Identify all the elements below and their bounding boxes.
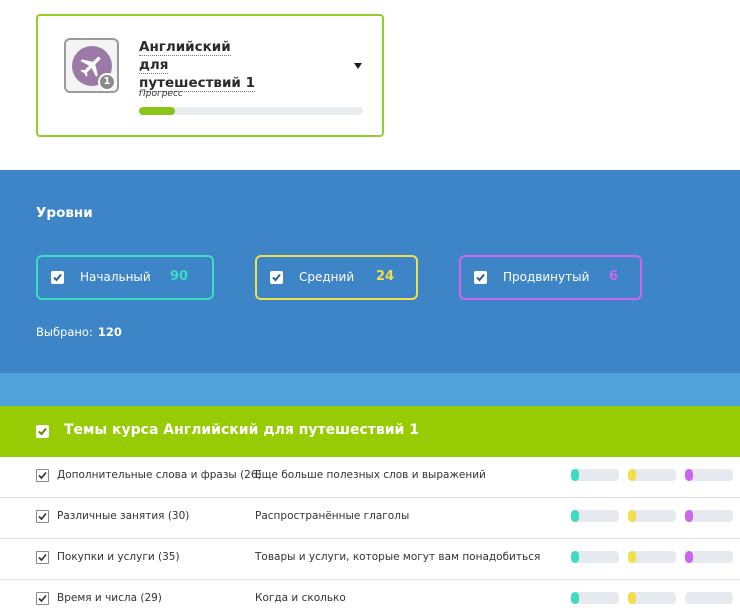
- topic-row[interactable]: Время и числа (29) Когда и сколько: [0, 580, 740, 614]
- bar-fill: [571, 510, 579, 522]
- topic-row[interactable]: Дополнительные слова и фразы (26) Еще бо…: [0, 457, 740, 498]
- bar-fill: [571, 469, 579, 481]
- topic-beginner-bar: [571, 510, 619, 522]
- course-card[interactable]: 1 Английский для путешествий 1 Прогресс: [36, 14, 384, 137]
- topics-title: Темы курса Английский для путешествий 1: [64, 422, 419, 438]
- check-icon: [38, 427, 47, 436]
- topic-description: Товары и услуги, которые могут вам понад…: [255, 551, 541, 563]
- topic-name: Дополнительные слова и фразы (26): [57, 469, 262, 481]
- bar-fill: [685, 592, 693, 604]
- selected-label: Выбрано:: [36, 325, 93, 339]
- progress-label: Прогресс: [139, 89, 183, 99]
- progress-bar: [139, 107, 363, 115]
- topic-name: Различные занятия (30): [57, 510, 190, 522]
- course-number-badge: 1: [98, 73, 116, 91]
- topics-header: Темы курса Английский для путешествий 1: [0, 406, 740, 457]
- check-icon: [38, 594, 47, 603]
- check-icon: [476, 273, 485, 282]
- check-icon: [38, 512, 47, 521]
- check-icon: [53, 273, 62, 282]
- level-advanced-checkbox[interactable]: [474, 271, 487, 284]
- level-intermediate-count: 24: [376, 269, 395, 284]
- bar-fill: [628, 592, 636, 604]
- page: 1 Английский для путешествий 1 Прогресс …: [0, 0, 740, 614]
- selected-total: Выбрано: 120: [36, 325, 122, 339]
- check-icon: [38, 471, 47, 480]
- topic-row[interactable]: Различные занятия (30) Распространённые …: [0, 498, 740, 539]
- level-intermediate-checkbox[interactable]: [270, 271, 283, 284]
- course-title[interactable]: Английский для путешествий 1: [139, 38, 255, 92]
- topic-intermediate-bar: [628, 551, 676, 563]
- topic-description: Когда и сколько: [255, 592, 346, 604]
- topic-advanced-bar: [685, 469, 733, 481]
- topic-checkbox[interactable]: [36, 551, 49, 564]
- topic-intermediate-bar: [628, 592, 676, 604]
- topic-row[interactable]: Покупки и услуги (35) Товары и услуги, к…: [0, 539, 740, 580]
- level-intermediate[interactable]: Средний 24: [255, 255, 418, 300]
- topic-beginner-bar: [571, 551, 619, 563]
- topic-beginner-bar: [571, 592, 619, 604]
- check-icon: [272, 273, 281, 282]
- chevron-down-icon[interactable]: [354, 63, 362, 69]
- topic-description: Еще больше полезных слов и выражений: [255, 469, 486, 481]
- topic-checkbox[interactable]: [36, 592, 49, 605]
- level-advanced-label: Продвинутый: [503, 270, 590, 284]
- topic-checkbox[interactable]: [36, 469, 49, 482]
- selected-count: 120: [97, 325, 122, 339]
- bar-fill: [571, 592, 579, 604]
- level-beginner-count: 90: [170, 269, 189, 284]
- bar-fill: [628, 510, 636, 522]
- course-icon: 1: [64, 38, 119, 93]
- topic-intermediate-bar: [628, 469, 676, 481]
- level-beginner-label: Начальный: [80, 270, 151, 284]
- level-advanced-count: 6: [609, 269, 619, 284]
- check-icon: [38, 553, 47, 562]
- progress-fill: [139, 107, 175, 115]
- bar-fill: [685, 469, 693, 481]
- topic-beginner-bar: [571, 469, 619, 481]
- bar-fill: [571, 551, 579, 563]
- level-beginner-checkbox[interactable]: [51, 271, 64, 284]
- bar-fill: [628, 469, 636, 481]
- bar-fill: [685, 551, 693, 563]
- topic-name: Время и числа (29): [57, 592, 162, 604]
- levels-title: Уровни: [36, 205, 93, 221]
- topic-advanced-bar: [685, 592, 733, 604]
- level-beginner[interactable]: Начальный 90: [36, 255, 214, 300]
- topics-select-all-checkbox[interactable]: [36, 425, 49, 438]
- topic-name: Покупки и услуги (35): [57, 551, 180, 563]
- level-advanced[interactable]: Продвинутый 6: [459, 255, 642, 300]
- bar-fill: [628, 551, 636, 563]
- level-intermediate-label: Средний: [299, 270, 355, 284]
- section-divider-stripe: [0, 373, 740, 406]
- topic-intermediate-bar: [628, 510, 676, 522]
- levels-section: Уровни Начальный 90 Средний 24 Продвинут…: [0, 170, 740, 373]
- topic-checkbox[interactable]: [36, 510, 49, 523]
- topic-advanced-bar: [685, 510, 733, 522]
- topic-description: Распространённые глаголы: [255, 510, 410, 522]
- bar-fill: [685, 510, 693, 522]
- topic-advanced-bar: [685, 551, 733, 563]
